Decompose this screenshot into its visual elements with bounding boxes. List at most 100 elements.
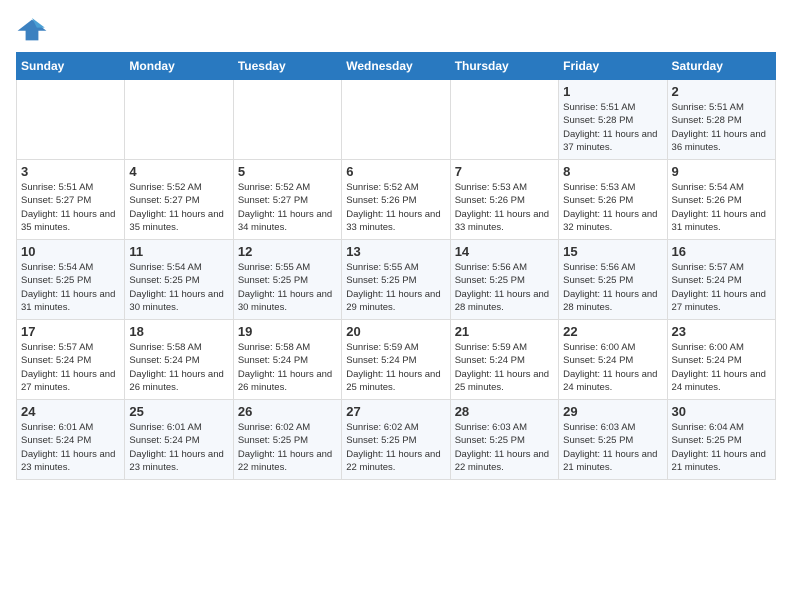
day-number: 3 <box>21 164 120 179</box>
calendar-cell: 7Sunrise: 5:53 AM Sunset: 5:26 PM Daylig… <box>450 160 558 240</box>
logo-bird-icon <box>16 16 48 44</box>
day-number: 9 <box>672 164 771 179</box>
day-info: Sunrise: 5:54 AM Sunset: 5:26 PM Dayligh… <box>672 181 771 234</box>
calendar-cell: 14Sunrise: 5:56 AM Sunset: 5:25 PM Dayli… <box>450 240 558 320</box>
day-info: Sunrise: 5:59 AM Sunset: 5:24 PM Dayligh… <box>346 341 445 394</box>
day-number: 25 <box>129 404 228 419</box>
calendar-cell: 26 Sunrise: 6:02 AM Sunset: 5:25 PM Dayli… <box>233 400 341 480</box>
calendar-table: SundayMondayTuesdayWednesdayThursdayFrid… <box>16 52 776 480</box>
header-friday: Friday <box>559 53 667 80</box>
day-number: 10 <box>21 244 120 259</box>
calendar-cell: 8Sunrise: 5:53 AM Sunset: 5:26 PM Daylig… <box>559 160 667 240</box>
calendar-cell <box>125 80 233 160</box>
calendar-cell: 9 Sunrise: 5:54 AM Sunset: 5:26 PM Daylig… <box>667 160 775 240</box>
day-number: 26 <box>238 404 337 419</box>
day-number: 27 <box>346 404 445 419</box>
day-info: Sunrise: 5:57 AM Sunset: 5:24 PM Dayligh… <box>21 341 120 394</box>
calendar-cell: 27 Sunrise: 6:02 AM Sunset: 5:25 PM Dayli… <box>342 400 450 480</box>
day-number: 24 <box>21 404 120 419</box>
day-number: 5 <box>238 164 337 179</box>
day-number: 28 <box>455 404 554 419</box>
calendar-cell: 16 Sunrise: 5:57 AM Sunset: 5:24 PM Dayli… <box>667 240 775 320</box>
calendar-cell: 21Sunrise: 5:59 AM Sunset: 5:24 PM Dayli… <box>450 320 558 400</box>
calendar-cell: 22 Sunrise: 6:00 AM Sunset: 5:24 PM Dayli… <box>559 320 667 400</box>
calendar-cell: 2 Sunrise: 5:51 AM Sunset: 5:28 PM Daylig… <box>667 80 775 160</box>
calendar-cell <box>233 80 341 160</box>
calendar-header-row: SundayMondayTuesdayWednesdayThursdayFrid… <box>17 53 776 80</box>
day-info: Sunrise: 5:54 AM Sunset: 5:25 PM Dayligh… <box>21 261 120 314</box>
logo <box>16 16 52 44</box>
day-number: 7 <box>455 164 554 179</box>
calendar-cell: 23 Sunrise: 6:00 AM Sunset: 5:24 PM Dayli… <box>667 320 775 400</box>
calendar-cell: 24 Sunrise: 6:01 AM Sunset: 5:24 PM Dayli… <box>17 400 125 480</box>
calendar-cell: 5 Sunrise: 5:52 AM Sunset: 5:27 PM Daylig… <box>233 160 341 240</box>
calendar-week-row: 1Sunrise: 5:51 AM Sunset: 5:28 PM Daylig… <box>17 80 776 160</box>
calendar-cell: 6Sunrise: 5:52 AM Sunset: 5:26 PM Daylig… <box>342 160 450 240</box>
calendar-cell: 11 Sunrise: 5:54 AM Sunset: 5:25 PM Dayli… <box>125 240 233 320</box>
header-tuesday: Tuesday <box>233 53 341 80</box>
calendar-week-row: 10 Sunrise: 5:54 AM Sunset: 5:25 PM Dayli… <box>17 240 776 320</box>
day-info: Sunrise: 6:02 AM Sunset: 5:25 PM Dayligh… <box>238 421 337 474</box>
day-info: Sunrise: 5:55 AM Sunset: 5:25 PM Dayligh… <box>346 261 445 314</box>
day-info: Sunrise: 5:52 AM Sunset: 5:27 PM Dayligh… <box>238 181 337 234</box>
day-info: Sunrise: 5:51 AM Sunset: 5:27 PM Dayligh… <box>21 181 120 234</box>
day-number: 29 <box>563 404 662 419</box>
day-number: 22 <box>563 324 662 339</box>
day-info: Sunrise: 6:03 AM Sunset: 5:25 PM Dayligh… <box>563 421 662 474</box>
calendar-cell <box>342 80 450 160</box>
day-info: Sunrise: 5:57 AM Sunset: 5:24 PM Dayligh… <box>672 261 771 314</box>
calendar-cell: 3 Sunrise: 5:51 AM Sunset: 5:27 PM Daylig… <box>17 160 125 240</box>
calendar-week-row: 3 Sunrise: 5:51 AM Sunset: 5:27 PM Daylig… <box>17 160 776 240</box>
calendar-cell: 13 Sunrise: 5:55 AM Sunset: 5:25 PM Dayli… <box>342 240 450 320</box>
day-number: 14 <box>455 244 554 259</box>
calendar-week-row: 24 Sunrise: 6:01 AM Sunset: 5:24 PM Dayli… <box>17 400 776 480</box>
day-info: Sunrise: 6:01 AM Sunset: 5:24 PM Dayligh… <box>21 421 120 474</box>
calendar-week-row: 17 Sunrise: 5:57 AM Sunset: 5:24 PM Dayli… <box>17 320 776 400</box>
day-info: Sunrise: 5:55 AM Sunset: 5:25 PM Dayligh… <box>238 261 337 314</box>
day-info: Sunrise: 5:54 AM Sunset: 5:25 PM Dayligh… <box>129 261 228 314</box>
day-number: 20 <box>346 324 445 339</box>
calendar-cell: 19 Sunrise: 5:58 AM Sunset: 5:24 PM Dayli… <box>233 320 341 400</box>
calendar-cell: 15Sunrise: 5:56 AM Sunset: 5:25 PM Dayli… <box>559 240 667 320</box>
header-saturday: Saturday <box>667 53 775 80</box>
day-number: 12 <box>238 244 337 259</box>
day-info: Sunrise: 6:04 AM Sunset: 5:25 PM Dayligh… <box>672 421 771 474</box>
day-info: Sunrise: 6:00 AM Sunset: 5:24 PM Dayligh… <box>563 341 662 394</box>
day-number: 19 <box>238 324 337 339</box>
day-number: 30 <box>672 404 771 419</box>
calendar-cell: 1Sunrise: 5:51 AM Sunset: 5:28 PM Daylig… <box>559 80 667 160</box>
header-sunday: Sunday <box>17 53 125 80</box>
day-number: 8 <box>563 164 662 179</box>
day-number: 4 <box>129 164 228 179</box>
day-info: Sunrise: 5:58 AM Sunset: 5:24 PM Dayligh… <box>238 341 337 394</box>
calendar-cell: 10 Sunrise: 5:54 AM Sunset: 5:25 PM Dayli… <box>17 240 125 320</box>
day-number: 17 <box>21 324 120 339</box>
day-number: 2 <box>672 84 771 99</box>
header-wednesday: Wednesday <box>342 53 450 80</box>
day-info: Sunrise: 6:00 AM Sunset: 5:24 PM Dayligh… <box>672 341 771 394</box>
day-info: Sunrise: 5:51 AM Sunset: 5:28 PM Dayligh… <box>672 101 771 154</box>
day-number: 13 <box>346 244 445 259</box>
calendar-cell: 30 Sunrise: 6:04 AM Sunset: 5:25 PM Dayli… <box>667 400 775 480</box>
day-number: 11 <box>129 244 228 259</box>
header-thursday: Thursday <box>450 53 558 80</box>
calendar-cell <box>17 80 125 160</box>
calendar-cell <box>450 80 558 160</box>
day-info: Sunrise: 5:52 AM Sunset: 5:26 PM Dayligh… <box>346 181 445 234</box>
calendar-cell: 28 Sunrise: 6:03 AM Sunset: 5:25 PM Dayli… <box>450 400 558 480</box>
header-monday: Monday <box>125 53 233 80</box>
day-info: Sunrise: 6:03 AM Sunset: 5:25 PM Dayligh… <box>455 421 554 474</box>
calendar-cell: 18 Sunrise: 5:58 AM Sunset: 5:24 PM Dayli… <box>125 320 233 400</box>
calendar-cell: 17 Sunrise: 5:57 AM Sunset: 5:24 PM Dayli… <box>17 320 125 400</box>
calendar-cell: 20 Sunrise: 5:59 AM Sunset: 5:24 PM Dayli… <box>342 320 450 400</box>
day-info: Sunrise: 5:58 AM Sunset: 5:24 PM Dayligh… <box>129 341 228 394</box>
day-info: Sunrise: 5:56 AM Sunset: 5:25 PM Dayligh… <box>563 261 662 314</box>
day-number: 23 <box>672 324 771 339</box>
day-info: Sunrise: 5:52 AM Sunset: 5:27 PM Dayligh… <box>129 181 228 234</box>
calendar-cell: 29 Sunrise: 6:03 AM Sunset: 5:25 PM Dayli… <box>559 400 667 480</box>
day-number: 18 <box>129 324 228 339</box>
day-info: Sunrise: 6:01 AM Sunset: 5:24 PM Dayligh… <box>129 421 228 474</box>
day-info: Sunrise: 5:51 AM Sunset: 5:28 PM Dayligh… <box>563 101 662 154</box>
day-info: Sunrise: 6:02 AM Sunset: 5:25 PM Dayligh… <box>346 421 445 474</box>
day-number: 16 <box>672 244 771 259</box>
